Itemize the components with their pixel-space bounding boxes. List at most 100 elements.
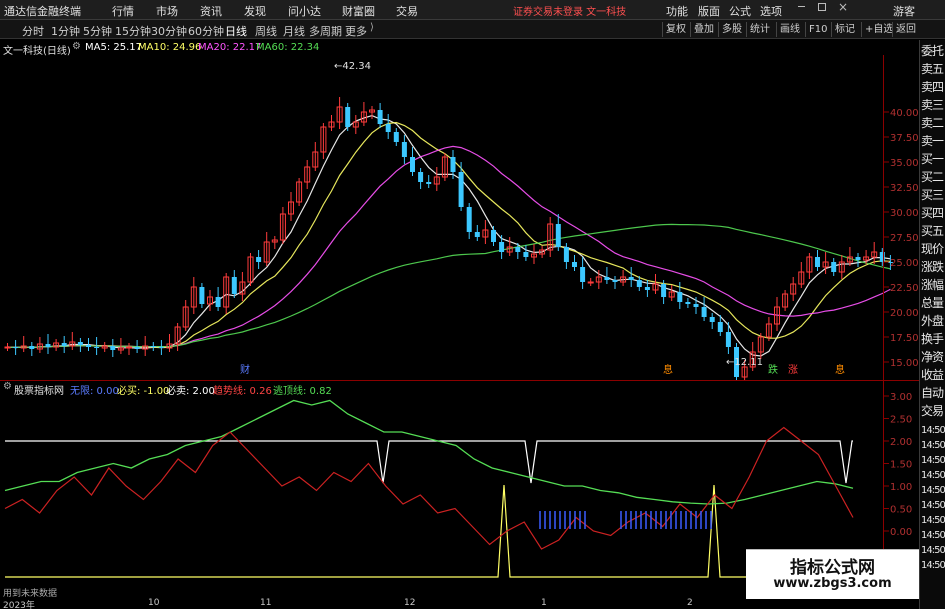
ma-info-bar: 文一科技(日线) ⚙ MA5: 25.17 MA10: 24.96 MA20: … [0, 40, 870, 57]
menu-ask[interactable]: 问小达 [288, 3, 321, 19]
price-axis: 40.00 37.50 35.00 32.50 30.00 27.50 25.00 22.50… [883, 108, 919, 369]
tick-time: 14:50 [921, 500, 945, 511]
f10-button[interactable]: F10 [805, 22, 827, 37]
menu-function[interactable]: 功能 [666, 3, 688, 19]
panel-label: 买五 [921, 224, 944, 238]
menu-guest[interactable]: 游客 [893, 3, 915, 19]
panel-label: 总量 [921, 296, 944, 310]
period-tab-more[interactable]: 更多 [345, 23, 367, 39]
panel-label[interactable]: 委托 [921, 44, 945, 58]
candles [4, 97, 893, 380]
indicator-tick-label: 3.00 [890, 392, 912, 403]
candle-body [815, 257, 820, 267]
minimize-icon[interactable] [798, 6, 805, 7]
candle-body [515, 247, 521, 252]
moving-average-lines [7, 114, 891, 357]
price-tick-label: 37.50 [890, 133, 919, 144]
period-tab[interactable]: 多周期 [309, 23, 342, 39]
candle-body [4, 346, 11, 349]
candle-body [450, 157, 456, 172]
ma5-label: MA5: 25.17 [85, 42, 143, 53]
candle-body [604, 277, 610, 280]
candle-body [855, 257, 861, 260]
candle-body [701, 307, 707, 317]
candle-body [831, 262, 837, 272]
tick-time: 14:50 [921, 425, 945, 436]
menu-wealth[interactable]: 财富圈 [342, 3, 375, 19]
multi-stock-button[interactable]: 多股 [718, 22, 742, 37]
date-tick: 12 [404, 598, 416, 608]
candle-body [385, 124, 391, 132]
add-favorite-button[interactable]: +自选 [861, 22, 893, 37]
panel-label: 涨幅 [921, 278, 944, 292]
indicator-tick-label: 2.00 [890, 437, 912, 448]
draw-line-button[interactable]: 画线 [776, 22, 800, 37]
menu-layout[interactable]: 版面 [698, 3, 720, 19]
menu-bar: 通达信金融终端 行情 市场 资讯 发现 问小达 财富圈 交易 证券交易未登录 文… [0, 0, 945, 20]
candle-body [587, 281, 594, 284]
axis-separator [883, 55, 884, 599]
menu-formula[interactable]: 公式 [729, 3, 751, 19]
period-tab[interactable]: 5分钟 [83, 23, 112, 39]
price-tick-label: 17.50 [890, 333, 919, 344]
candle-body [693, 304, 699, 307]
indicator-tick-label: 1.50 [890, 460, 912, 471]
candle-body [418, 172, 424, 182]
period-tab-daily[interactable]: 日线 [225, 23, 247, 39]
period-tab[interactable]: 60分钟 [188, 23, 224, 39]
candle-body [158, 347, 164, 348]
escape-line [4, 399, 854, 505]
mark-button[interactable]: 标记 [831, 22, 855, 37]
must-sell-line [5, 440, 853, 484]
more-arrow-icon[interactable]: ⟩ [370, 22, 374, 33]
menu-trade[interactable]: 交易 [396, 3, 418, 19]
statistics-button[interactable]: 统计 [746, 22, 770, 37]
menu-options[interactable]: 选项 [760, 3, 782, 19]
panel-label: 换手 [921, 332, 944, 346]
price-tick-label: 35.00 [890, 158, 919, 169]
candle-body [725, 332, 731, 347]
app-title: 通达信金融终端 [4, 5, 81, 18]
candle-body [150, 346, 156, 347]
candle-body [491, 230, 496, 242]
auto-trade-label[interactable]: 自动 [921, 386, 945, 400]
maximize-icon[interactable] [818, 3, 826, 11]
date-tick: 2023年 [3, 601, 35, 609]
event-marker: 息 [663, 363, 673, 376]
panel-label: 买二 [921, 170, 944, 184]
event-marker: 财 [240, 363, 250, 376]
candle-body [377, 110, 383, 124]
high-price-label: ←42.34 [334, 61, 371, 72]
menu-market[interactable]: 市场 [156, 3, 178, 19]
candle-body [77, 342, 83, 345]
tick-time: 14:50 [921, 530, 945, 541]
panel-label: 净资 [921, 350, 944, 364]
auto-trade-label[interactable]: 交易 [921, 404, 945, 418]
menu-news[interactable]: 资讯 [200, 3, 222, 19]
price-tick-label: 30.00 [890, 208, 919, 219]
overlay-button[interactable]: 叠加 [690, 22, 714, 37]
period-tab[interactable]: 1分钟 [51, 23, 80, 39]
candlestick-chart[interactable]: 40.00 37.50 35.00 32.50 30.00 27.50 25.00 22.50… [0, 55, 945, 380]
ma5-line [7, 114, 891, 357]
candle-body [345, 107, 351, 127]
back-button[interactable]: 返回 [892, 22, 916, 37]
price-tick-label: 22.50 [890, 283, 919, 294]
period-tab[interactable]: 周线 [255, 23, 277, 39]
period-tab[interactable]: 30分钟 [151, 23, 187, 39]
period-tab[interactable]: 15分钟 [115, 23, 151, 39]
candle-body [644, 287, 650, 290]
candle-body [86, 345, 91, 347]
close-icon[interactable]: × [838, 0, 848, 14]
candle-body [709, 317, 715, 322]
ma20-label: MA20: 22.17 [198, 42, 262, 53]
panel-label: 收益 [921, 368, 944, 382]
restore-rights-button[interactable]: 复权 [662, 22, 686, 37]
period-tab[interactable]: 月线 [283, 23, 305, 39]
period-tab[interactable]: 分时 [22, 23, 44, 39]
settings-icon[interactable]: ⚙ [72, 41, 81, 52]
menu-quotes[interactable]: 行情 [112, 3, 134, 19]
menu-discover[interactable]: 发现 [244, 3, 266, 19]
candle-body [410, 157, 415, 172]
candle-body [572, 262, 577, 267]
